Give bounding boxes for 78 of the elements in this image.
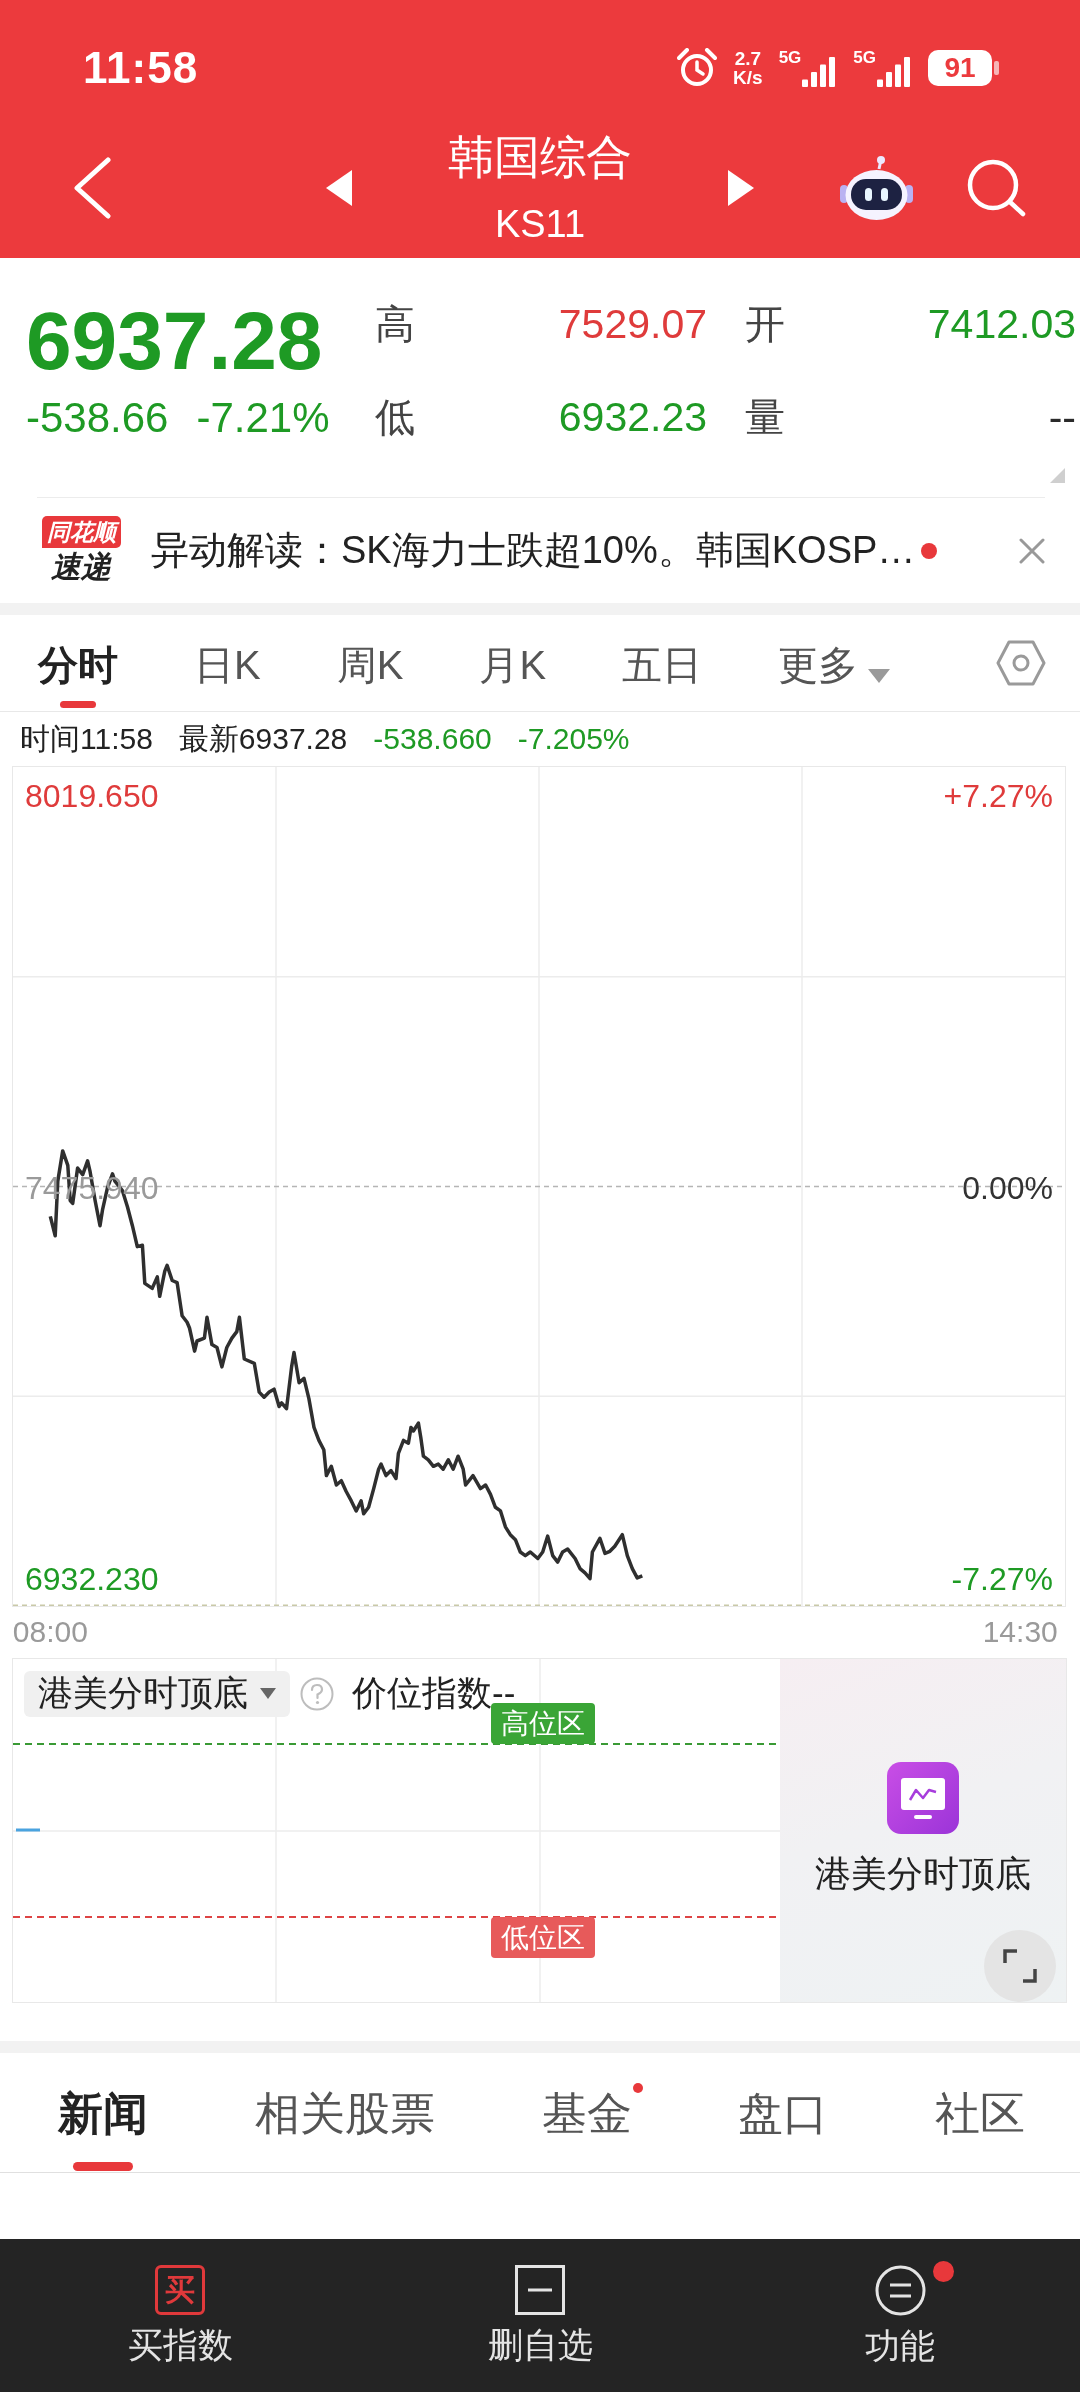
news-tab[interactable]: 社区	[935, 2053, 1025, 2172]
stat-label: 低	[375, 394, 415, 441]
chart-tab[interactable]: 分时	[38, 615, 118, 711]
chart-tab[interactable]: 日K	[194, 615, 261, 711]
news-brand-logo: 同花顺 速递	[37, 515, 125, 586]
time-axis-label: 08:00	[12, 1614, 88, 1650]
price-axis-label: 8019.650	[25, 778, 159, 815]
assistant-button[interactable]	[840, 155, 913, 221]
chart-tab[interactable]: 五日	[622, 615, 703, 711]
chart-tab[interactable]: 周K	[336, 615, 404, 711]
minus-square-icon	[515, 2265, 565, 2315]
nav-label: 删自选	[487, 2325, 593, 2365]
index-code: KS11	[494, 202, 586, 247]
bottom-nav-button[interactable]: 功能	[720, 2239, 1080, 2392]
network-type: 5G	[853, 49, 876, 67]
chart-tab[interactable]: 更多	[778, 615, 891, 711]
news-ticker-text[interactable]: 异动解读：SK海力士跌超10%。韩国KOSP…	[151, 525, 916, 576]
settings-button[interactable]	[996, 640, 1046, 686]
nav-label: 买指数	[127, 2325, 233, 2365]
network-speed: 2.7 K/s	[733, 49, 763, 87]
quote-info-text: 时间11:58	[20, 720, 153, 757]
quote-info-text: 最新6937.28	[178, 720, 348, 757]
percent-axis-label: -7.27%	[951, 1561, 1053, 1598]
expand-icon	[1003, 1949, 1037, 1983]
quote-info-text: -7.205%	[517, 722, 630, 756]
network-type: 5G	[778, 49, 802, 67]
percent-axis-label: +7.27%	[943, 778, 1053, 815]
stat-label: 开	[745, 301, 785, 348]
time-axis-label: 14:30	[982, 1614, 1058, 1650]
close-icon	[1019, 537, 1045, 564]
nav-label: 功能	[865, 2326, 935, 2366]
right-triangle-icon	[728, 170, 754, 206]
quote-info-text: -538.660	[373, 722, 492, 756]
close-button[interactable]	[1019, 537, 1045, 564]
news-tab[interactable]: 相关股票	[254, 2053, 435, 2172]
indicator-promo-panel[interactable]: 港美分时顶底	[780, 1659, 1066, 2002]
signal-icon	[876, 57, 912, 87]
search-button[interactable]	[966, 159, 1026, 217]
stat-value: 7412.03	[927, 300, 1076, 349]
caret-icon	[260, 1688, 276, 1699]
robot-icon	[840, 155, 913, 221]
percent-axis-label: 0.00%	[962, 1169, 1053, 1206]
low-zone-tag: 低位区	[491, 1917, 595, 1958]
price-axis-label: 6932.230	[25, 1561, 159, 1598]
indicator-selector[interactable]: 港美分时顶底	[24, 1670, 290, 1717]
signal-icon	[801, 57, 838, 87]
monitor-chart-icon	[887, 1762, 959, 1834]
promo-title: 港美分时顶底	[815, 1852, 1031, 1896]
indicator-tick	[16, 1828, 40, 1832]
settings-icon	[996, 640, 1046, 686]
bottom-nav-button[interactable]: 删自选	[360, 2239, 720, 2392]
news-tab[interactable]: 基金	[541, 2053, 632, 2172]
status-time: 11:58	[83, 46, 199, 90]
news-tab[interactable]: 新闻	[58, 2053, 148, 2172]
buy-icon: 买	[155, 2265, 205, 2315]
stat-value: --	[1048, 393, 1076, 442]
stat-value: 7529.07	[558, 300, 707, 349]
alarm-clock-icon	[677, 48, 718, 88]
corner-fold-icon	[1050, 468, 1065, 483]
stat-value: 6932.23	[558, 393, 707, 442]
chart-tab[interactable]: 月K	[479, 615, 547, 711]
menu-icon	[874, 2265, 926, 2316]
help-icon	[300, 1676, 334, 1711]
stat-label: 高	[375, 301, 415, 348]
battery-indicator: 91	[928, 50, 999, 86]
search-icon	[966, 159, 1026, 217]
news-tab[interactable]: 盘口	[738, 2053, 829, 2172]
stat-label: 量	[745, 394, 785, 441]
back-button[interactable]	[72, 157, 112, 219]
current-price: 6937.28	[26, 296, 324, 386]
left-triangle-icon	[326, 170, 352, 206]
next-button[interactable]	[728, 170, 754, 206]
percent-change: -7.21%	[196, 393, 330, 443]
previous-button[interactable]	[326, 170, 352, 206]
back-chevron-icon	[72, 157, 112, 219]
index-title: 韩国综合	[448, 130, 632, 185]
price-change: -538.66	[26, 393, 169, 443]
bottom-nav-button[interactable]: 买 买指数	[0, 2239, 360, 2392]
